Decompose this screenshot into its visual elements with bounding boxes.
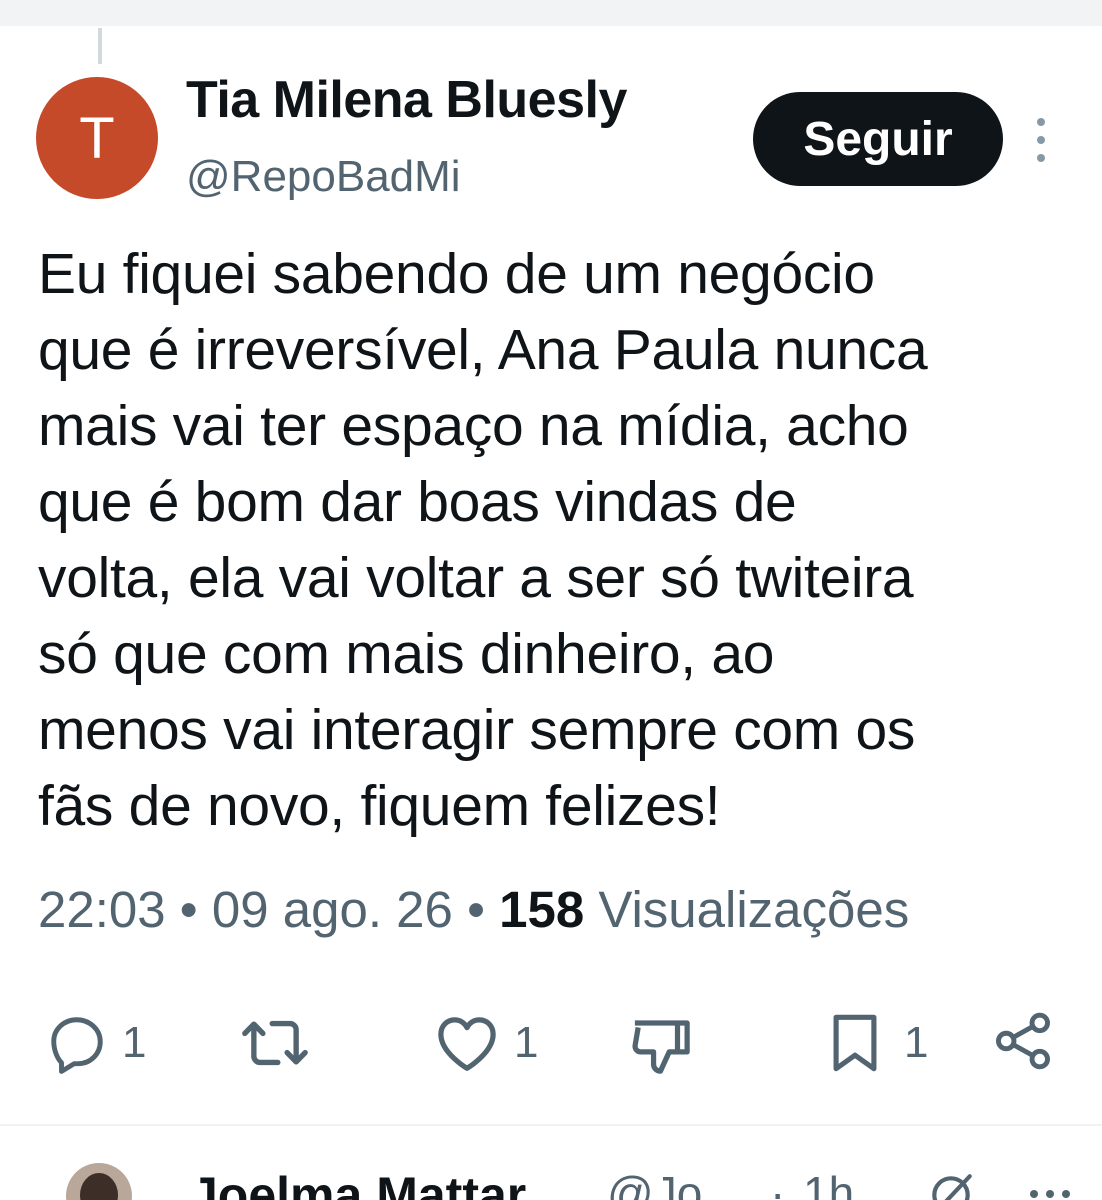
tweet-text-line: Eu fiquei sabendo de um negócio: [38, 242, 875, 306]
more-dot-icon: [1062, 1190, 1070, 1198]
tweet-text-line: que é irreversível, Ana Paula nunca: [38, 318, 928, 382]
more-dot-icon: [1030, 1190, 1038, 1198]
tweet-text-line: fãs de novo, fiquem felizes!: [38, 774, 721, 838]
bookmark-button[interactable]: 1: [828, 1010, 928, 1076]
more-dot-icon: [1037, 118, 1045, 126]
bookmark-count: 1: [904, 1018, 929, 1067]
repost-button[interactable]: [240, 1012, 324, 1074]
reply-count: 1: [122, 1018, 147, 1067]
follow-button[interactable]: Seguir: [753, 92, 1003, 186]
avatar[interactable]: T: [36, 77, 158, 199]
tweet-date[interactable]: 09 ago. 26: [212, 881, 453, 938]
bookmark-icon: [833, 1014, 877, 1072]
tweet-text-line: menos vai interagir sempre com os: [38, 698, 916, 762]
tweet-detail-page: T Tia Milena Bluesly @RepoBadMi Seguir E…: [0, 0, 1102, 1200]
reply-button[interactable]: 1: [46, 1012, 146, 1074]
more-options-button[interactable]: [1028, 118, 1054, 162]
top-strip: [0, 0, 1102, 26]
tweet-meta: 22:03 • 09 ago. 26 • 158 Visualizações: [38, 880, 909, 939]
next-tweet-avatar[interactable]: [66, 1163, 132, 1200]
next-tweet-author-name[interactable]: Joelma Mattar: [190, 1166, 526, 1200]
share-icon: [996, 1012, 1050, 1070]
tweet-text-line: que é bom dar boas vindas de: [38, 470, 797, 534]
share-button[interactable]: [992, 1010, 1054, 1072]
like-count: 1: [514, 1018, 539, 1067]
tweet-divider: [0, 1124, 1102, 1126]
like-button[interactable]: 1: [434, 1012, 538, 1074]
next-tweet-more-button[interactable]: [1030, 1190, 1070, 1200]
reply-icon: [51, 1017, 103, 1074]
meta-separator: •: [179, 881, 198, 938]
more-dot-icon: [1037, 154, 1045, 162]
tweet-time[interactable]: 22:03: [38, 881, 166, 938]
thumbs-down-icon: [632, 1020, 690, 1074]
meta-separator: •: [467, 881, 485, 938]
tweet-text-line: volta, ela vai voltar a ser só twiteira: [38, 546, 914, 610]
grok-icon[interactable]: [926, 1170, 976, 1200]
more-dot-icon: [1037, 136, 1045, 144]
thread-connector-line: [98, 28, 102, 64]
views-label[interactable]: Visualizações: [598, 881, 909, 938]
author-handle[interactable]: @RepoBadMi: [186, 152, 461, 202]
tweet-text-line: mais vai ter espaço na mídia, acho: [38, 394, 909, 458]
next-tweet-author-handle[interactable]: @Jo...: [607, 1166, 741, 1200]
tweet-text: Eu fiquei sabendo de um negócio que é ir…: [38, 236, 1078, 844]
avatar-letter: T: [79, 105, 115, 171]
next-tweet-time[interactable]: 1h: [803, 1166, 854, 1200]
repost-icon: [242, 1020, 308, 1066]
more-dot-icon: [1046, 1190, 1054, 1198]
next-tweet-separator: ·: [770, 1167, 786, 1200]
dislike-button[interactable]: [628, 1014, 694, 1076]
views-count[interactable]: 158: [499, 881, 584, 938]
author-display-name[interactable]: Tia Milena Bluesly: [186, 70, 627, 130]
tweet-text-line: só que com mais dinheiro, ao: [38, 622, 775, 686]
heart-icon: [438, 1017, 496, 1071]
